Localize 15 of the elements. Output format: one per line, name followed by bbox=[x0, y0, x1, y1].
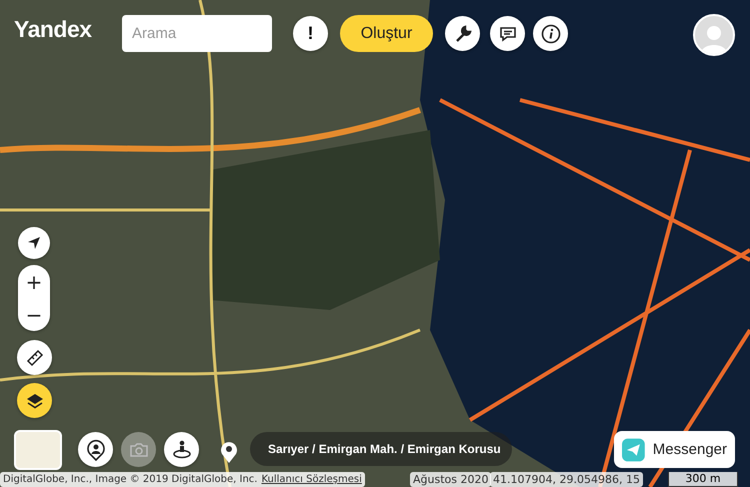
messenger-button[interactable]: Messenger bbox=[614, 431, 735, 468]
location-pin-icon[interactable] bbox=[219, 440, 239, 464]
zoom-out-button[interactable]: − bbox=[18, 298, 50, 331]
paper-plane-icon bbox=[622, 436, 645, 464]
coordinates: 41.107904, 29.054986, 15 bbox=[490, 472, 643, 487]
create-button[interactable]: Oluştur bbox=[340, 15, 433, 52]
search-field[interactable]: Arama bbox=[122, 15, 272, 52]
logo[interactable]: Yandex bbox=[14, 16, 92, 43]
satellite-map[interactable] bbox=[0, 0, 750, 487]
breadcrumb[interactable]: Sarıyer / Emirgan Mah. / Emirgan Korusu bbox=[268, 442, 501, 456]
imagery-date: Ağustos 2020 bbox=[410, 472, 492, 487]
copyright-text: DigitalGlobe, Inc., Image © 2019 DigitalGlobe, Inc. bbox=[3, 474, 258, 485]
terms-link[interactable]: Kullanıcı Sözleşmesi bbox=[261, 474, 362, 485]
zoom-in-button[interactable]: + bbox=[18, 265, 50, 298]
scale-bar: 300 m bbox=[668, 472, 738, 487]
